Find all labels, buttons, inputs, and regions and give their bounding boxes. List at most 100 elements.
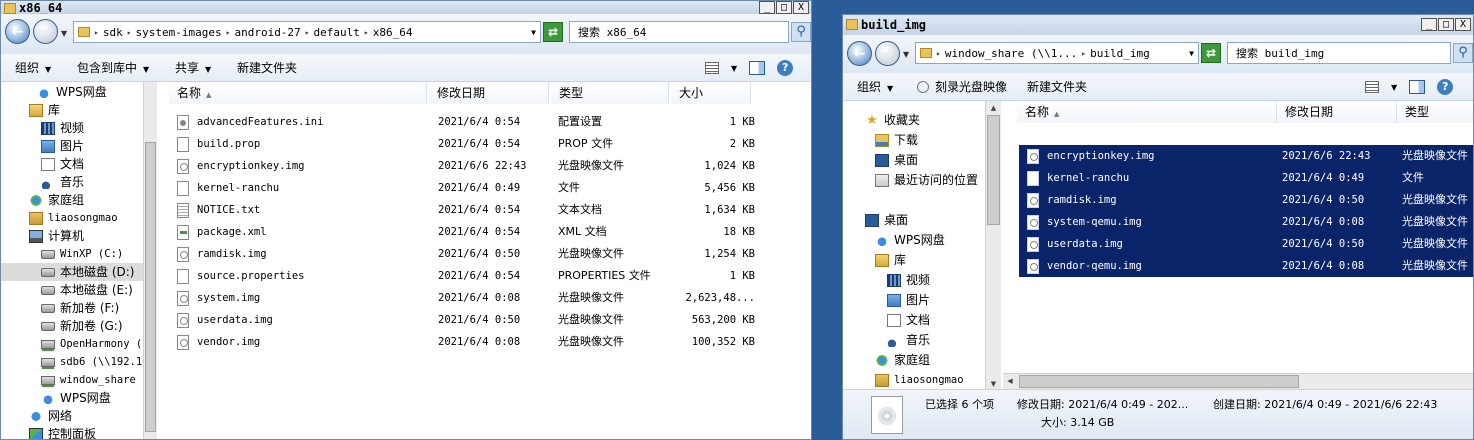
new-folder-button[interactable]: 新建文件夹	[237, 54, 297, 82]
minimize-button[interactable]: _	[1421, 18, 1437, 31]
column-header-type[interactable]: 类型	[551, 82, 669, 104]
file-row[interactable]: system.img 2021/6/4 0:08 光盘映像文件 2,623,48...	[169, 287, 769, 309]
breadcrumb-build_img[interactable]: build_img	[1090, 47, 1150, 60]
breadcrumb-sdk[interactable]: sdk	[103, 26, 123, 39]
file-row[interactable]: userdata.img 2021/6/4 0:50 光盘映像文件	[1019, 233, 1473, 255]
back-button[interactable]: ←	[5, 19, 30, 44]
search-input[interactable]: 搜索 x86_64	[569, 21, 789, 43]
file-row[interactable]: NOTICE.txt 2021/6/4 0:54 文本文档 1,634 KB	[169, 199, 769, 221]
share-menu[interactable]: 共享 ▼	[175, 54, 211, 82]
file-list-horizontal-scrollbar[interactable]: ◀	[1003, 373, 1473, 389]
search-icon[interactable]: ⚲	[791, 22, 811, 42]
organize-menu[interactable]: 组织 ▼	[857, 73, 893, 101]
nav-item[interactable]: WPS网盘	[843, 231, 985, 249]
nav-item[interactable]: 图片	[843, 291, 985, 309]
column-header-name[interactable]: 名称 ▲	[169, 82, 427, 104]
title-bar[interactable]: build_img _ □ X	[843, 15, 1473, 35]
chevron-down-icon[interactable]: ▼	[531, 28, 536, 37]
preview-pane-icon[interactable]	[1409, 80, 1426, 94]
breadcrumb-system-images[interactable]: system-images	[136, 26, 222, 39]
scroll-left-icon[interactable]: ◀	[1003, 374, 1017, 389]
breadcrumb-default[interactable]: default	[314, 26, 360, 39]
preview-pane-icon[interactable]	[749, 61, 766, 75]
nav-item[interactable]: liaosongmao	[843, 371, 985, 389]
file-row[interactable]: kernel-ranchu 2021/6/4 0:49 文件	[1019, 167, 1473, 189]
file-row[interactable]: encryptionkey.img 2021/6/6 22:43 光盘映像文件	[1019, 145, 1473, 167]
file-row[interactable]: ramdisk.img 2021/6/4 0:50 光盘映像文件	[1019, 189, 1473, 211]
maximize-button[interactable]: □	[776, 1, 792, 14]
recent-pages-dropdown-icon[interactable]: ▼	[61, 29, 67, 38]
nav-item[interactable]: 库	[1, 101, 143, 119]
file-row[interactable]: vendor.img 2021/6/4 0:08 光盘映像文件 100,352 KB	[169, 331, 769, 353]
new-folder-button[interactable]: 新建文件夹	[1027, 73, 1087, 101]
refresh-button[interactable]: ⇄	[1201, 43, 1221, 63]
nav-item[interactable]: sdb6 (\\192.16	[1, 353, 143, 371]
scroll-up-icon[interactable]: ▲	[986, 101, 1001, 115]
nav-item[interactable]: 文档	[1, 155, 143, 173]
chevron-right-icon[interactable]: ▸	[364, 28, 369, 37]
chevron-right-icon[interactable]: ▸	[1081, 49, 1086, 58]
file-row[interactable]: system-qemu.img 2021/6/4 0:08 光盘映像文件	[1019, 211, 1473, 233]
file-row[interactable]: kernel-ranchu 2021/6/4 0:49 文件 5,456 KB	[169, 177, 769, 199]
forward-button[interactable]: →	[875, 41, 900, 66]
nav-item[interactable]: liaosongmao	[1, 209, 143, 227]
search-input[interactable]: 搜索 build_img	[1227, 42, 1451, 64]
nav-item[interactable]: 本地磁盘 (D:)	[1, 263, 143, 281]
nav-item[interactable]: window_share	[1, 371, 143, 389]
chevron-down-icon[interactable]: ▼	[1391, 83, 1397, 92]
close-button[interactable]: X	[793, 1, 809, 14]
breadcrumb-x86_64[interactable]: x86_64	[373, 26, 413, 39]
nav-item[interactable]: 图片	[1, 137, 143, 155]
burn-disc-image-button[interactable]: 刻录光盘映像	[917, 73, 1007, 101]
scrollbar-thumb[interactable]	[1019, 375, 1299, 388]
file-row[interactable]: ramdisk.img 2021/6/4 0:50 光盘映像文件 1,254 KB	[169, 243, 769, 265]
nav-item[interactable]: 家庭组	[1, 191, 143, 209]
nav-item[interactable]: 视频	[1, 119, 143, 137]
nav-item[interactable]: 文档	[843, 311, 985, 329]
recent-pages-dropdown-icon[interactable]: ▼	[903, 50, 909, 59]
include-in-library-menu[interactable]: 包含到库中 ▼	[77, 54, 149, 82]
navigation-pane-scrollbar[interactable]	[143, 82, 157, 439]
nav-item[interactable]: 控制面板	[1, 425, 143, 439]
chevron-down-icon[interactable]: ▼	[731, 64, 737, 73]
nav-item[interactable]: 新加卷 (F:)	[1, 299, 143, 317]
chevron-right-icon[interactable]: ▸	[305, 28, 310, 37]
navigation-pane-scrollbar[interactable]: ▲ ▼	[985, 101, 1001, 391]
breadcrumb-window_share[interactable]: window_share (\\1...	[945, 47, 1077, 60]
view-options-icon[interactable]	[705, 62, 719, 74]
title-bar[interactable]: x86_64 _ □ X	[1, 1, 811, 15]
nav-item[interactable]: 桌面	[843, 211, 985, 229]
file-row[interactable]: package.xml 2021/6/4 0:54 XML 文档 18 KB	[169, 221, 769, 243]
nav-item[interactable]: 网络	[1, 407, 143, 425]
nav-item[interactable]: 新加卷 (G:)	[1, 317, 143, 335]
back-button[interactable]: ←	[847, 41, 872, 66]
nav-item[interactable]: 下载	[843, 131, 985, 149]
minimize-button[interactable]: _	[759, 1, 775, 14]
file-row[interactable]: userdata.img 2021/6/4 0:50 光盘映像文件 563,200 K…	[169, 309, 769, 331]
close-button[interactable]: X	[1455, 18, 1471, 31]
nav-item[interactable]: 家庭组	[843, 351, 985, 369]
maximize-button[interactable]: □	[1438, 18, 1454, 31]
nav-item[interactable]: ★ 收藏夹	[843, 111, 985, 129]
nav-item[interactable]: WinXP (C:)	[1, 245, 143, 263]
breadcrumb-android-27[interactable]: android-27	[234, 26, 300, 39]
help-icon[interactable]: ?	[1437, 79, 1454, 95]
chevron-right-icon[interactable]: ▸	[94, 28, 99, 37]
scrollbar-thumb[interactable]	[987, 115, 1000, 225]
nav-item[interactable]: 库	[843, 251, 985, 269]
nav-item[interactable]: 本地磁盘 (E:)	[1, 281, 143, 299]
organize-menu[interactable]: 组织 ▼	[15, 54, 51, 82]
column-header-date[interactable]: 修改日期	[429, 82, 549, 104]
refresh-button[interactable]: ⇄	[543, 22, 563, 42]
address-bar[interactable]: ▸ sdk ▸ system-images ▸ android-27 ▸ def…	[73, 21, 541, 43]
nav-item[interactable]: WPS网盘	[1, 83, 143, 101]
column-header-date[interactable]: 修改日期	[1277, 101, 1397, 123]
scrollbar-thumb[interactable]	[145, 142, 156, 432]
chevron-right-icon[interactable]: ▸	[127, 28, 132, 37]
file-row[interactable]: advancedFeatures.ini 2021/6/4 0:54 配置设置 1 K…	[169, 111, 769, 133]
column-header-name[interactable]: 名称 ▲	[1017, 101, 1277, 123]
help-icon[interactable]: ?	[777, 60, 794, 76]
chevron-right-icon[interactable]: ▸	[936, 49, 941, 58]
column-header-size[interactable]: 大小	[671, 82, 751, 104]
address-bar[interactable]: ▸ window_share (\\1... ▸ build_img ▼	[915, 42, 1199, 64]
